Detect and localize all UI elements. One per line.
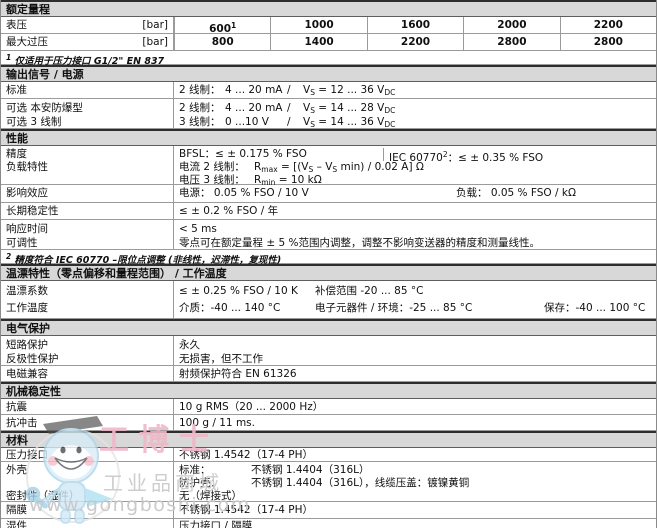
row-emc: 电磁兼容 射频保护符合 EN 61326 (1, 366, 656, 382)
row-shock: 抗冲击 100 g / 11 ms. (1, 415, 656, 431)
footnote-1: 1 仅适用于压力接口 G1/2" EN 837 (1, 51, 656, 67)
row-wetted-parts: 湿件 压力接口 / 隔膜 (1, 519, 656, 528)
row-value-cell: 电源： 0.05 % FSO / 10 V 负载： 0.05 % FSO / kΩ (179, 187, 576, 199)
row-case-seal: 外壳 密封件（湿件） 标准： 不锈钢 1.4404（316L） 防护壳： 不锈钢 1… (1, 462, 656, 502)
row-label-cell: 表压 [bar] (1, 17, 174, 33)
value-cell: 2800 (559, 34, 656, 50)
row-value-cell: 永久 无损害，但不工作 (179, 339, 263, 365)
value-cell: 2800 (463, 34, 559, 50)
row-label-cell: 精度 负载特性 (1, 146, 174, 184)
row-label-cell: 长期稳定性 (1, 203, 174, 219)
row-optional-outputs: 可选 本安防爆型 可选 3 线制 2 线制： 4 ... 20 mA / VS = 1… (1, 99, 656, 129)
row-label-cell: 隔膜 (1, 502, 174, 518)
row-long-term-stability: 长期稳定性 ≤ ± 0.2 % FSO / 年 (1, 203, 656, 220)
section-header-thermal: 温漂特性（零点偏移和量程范围） / 工作温度 (1, 264, 656, 281)
value-cell: 800 (174, 34, 270, 50)
value-cell: 6001 (174, 17, 270, 35)
row-label-cell: 短路保护 反极性保护 (1, 336, 174, 365)
unit-label: [bar] (142, 36, 168, 48)
row-value-cell: 标准： 不锈钢 1.4404（316L） 防护壳： 不锈钢 1.4404（316L）… (179, 464, 470, 502)
section-header-materials: 材料 (1, 431, 656, 448)
row-value-cell: < 5 ms 零点可在额定量程 ± 5 %范围内调整，调整不影响变送器的精度和测… (179, 223, 540, 249)
row-label-cell: 压力接口 (1, 448, 174, 461)
row-value-cell: 100 g / 11 ms. (179, 417, 255, 429)
value-cells: 6001 1000 1600 2000 2200 (174, 17, 656, 35)
row-standard-output: 标准 2 线制： 4 ... 20 mA / VS = 12 ... 36 VDC (1, 82, 656, 99)
row-pressure-port: 压力接口 不锈钢 1.4542（17-4 PH） (1, 448, 656, 462)
accuracy-iec: IEC 607702：≤ ± 0.35 % FSO (383, 148, 656, 164)
section-header-output-signal: 输出信号 / 电源 (1, 65, 656, 82)
row-value-cell: BFSL：≤ ± 0.175 % FSO IEC 607702：≤ ± 0.35… (174, 146, 656, 187)
row-vibration: 抗震 10 g RMS（20 ... 2000 Hz） (1, 399, 656, 415)
section-header-electrical-protection: 电气保护 (1, 319, 656, 336)
unit-label: [bar] (142, 19, 168, 31)
row-gauge-pressure: 表压 [bar] 6001 1000 1600 2000 2200 (1, 17, 656, 35)
row-label-cell: 影响效应 (1, 185, 174, 202)
footnote-marker: 1 (6, 53, 12, 62)
row-label-cell: 可选 本安防爆型 可选 3 线制 (1, 99, 174, 128)
row-label-cell: 电磁兼容 (1, 366, 174, 381)
row-thermal-block: 温漂系数 工作温度 ≤ ± 0.25 % FSO / 10 K 补偿范围 -20 … (1, 281, 656, 319)
footnote-marker: 2 (6, 252, 12, 261)
value-cell: 2000 (463, 17, 559, 33)
value-cell: 1000 (270, 17, 366, 33)
row-label-cell: 抗冲击 (1, 415, 174, 430)
row-value-cell: 压力接口 / 隔膜 (179, 520, 253, 528)
row-label-cell: 最大过压 [bar] (1, 34, 174, 50)
row-value-cell: 不锈钢 1.4542（17-4 PH） (179, 504, 313, 516)
load-current: 电流 2 线制： Rmax = [(VS – VS min) / 0.02 A] … (179, 161, 424, 174)
row-label-cell: 抗震 (1, 399, 174, 414)
row-response-adjustability: 响应时间 可调性 < 5 ms 零点可在额定量程 ± 5 %范围内调整，调整不影… (1, 220, 656, 250)
row-label-cell: 标准 (1, 82, 174, 98)
value-cell: 1400 (270, 34, 366, 50)
footnote-text: 仅适用于压力接口 G1/2" EN 837 (14, 56, 165, 67)
row-value-cell: 不锈钢 1.4542（17-4 PH） (179, 449, 313, 461)
footnote-2: 2 精度符合 IEC 60770 –限位点调整 (非线性，迟滞性，复现性) (1, 250, 656, 266)
accuracy-bfsl: BFSL：≤ ± 0.175 % FSO (179, 148, 307, 160)
row-max-overpressure: 最大过压 [bar] 800 1400 2200 2800 2800 (1, 34, 656, 51)
row-label-cell: 外壳 密封件（湿件） (1, 462, 174, 502)
section-header-performance: 性能 (1, 129, 656, 146)
row-value-cell: 2 线制： 4 ... 20 mA / VS = 14 ... 28 VDC 3 线制… (179, 102, 396, 129)
value-cell: 2200 (366, 34, 463, 50)
row-diaphragm: 隔膜 不锈钢 1.4542（17-4 PH） (1, 502, 656, 519)
spec-sheet: 额定量程 表压 [bar] 6001 1000 1600 2000 2200 最… (0, 0, 657, 528)
row-value-cell: ≤ ± 0.25 % FSO / 10 K 补偿范围 -20 ... 85 °C … (179, 285, 646, 314)
footnote-marker: 1 (231, 21, 237, 30)
row-accuracy-load: 精度 负载特性 BFSL：≤ ± 0.175 % FSO IEC 607702：… (1, 146, 656, 187)
value-cell: 2200 (559, 17, 656, 33)
row-short-reverse: 短路保护 反极性保护 永久 无损害，但不工作 (1, 336, 656, 366)
row-label: 最大过压 (6, 36, 48, 48)
row-influence-effects: 影响效应 电源： 0.05 % FSO / 10 V 负载： 0.05 % FSO… (1, 185, 656, 203)
row-label-cell: 湿件 (1, 519, 174, 528)
row-value-cell: 2 线制： 4 ... 20 mA / VS = 12 ... 36 VDC (179, 84, 396, 97)
row-label-cell: 响应时间 可调性 (1, 220, 174, 249)
row-value-cell: 射频保护符合 EN 61326 (179, 368, 297, 380)
section-header-mechanical: 机械稳定性 (1, 382, 656, 399)
row-value-cell: 10 g RMS（20 ... 2000 Hz） (179, 401, 324, 413)
value-cells: 800 1400 2200 2800 2800 (174, 34, 656, 50)
row-value-cell: ≤ ± 0.2 % FSO / 年 (179, 205, 279, 217)
value-cell: 1600 (366, 17, 463, 33)
row-label: 表压 (6, 19, 27, 31)
footnote-text: 精度符合 IEC 60770 –限位点调整 (非线性，迟滞性，复现性) (14, 255, 282, 266)
row-label-cell: 温漂系数 工作温度 (1, 281, 174, 318)
section-header-rated-range: 额定量程 (1, 0, 656, 17)
